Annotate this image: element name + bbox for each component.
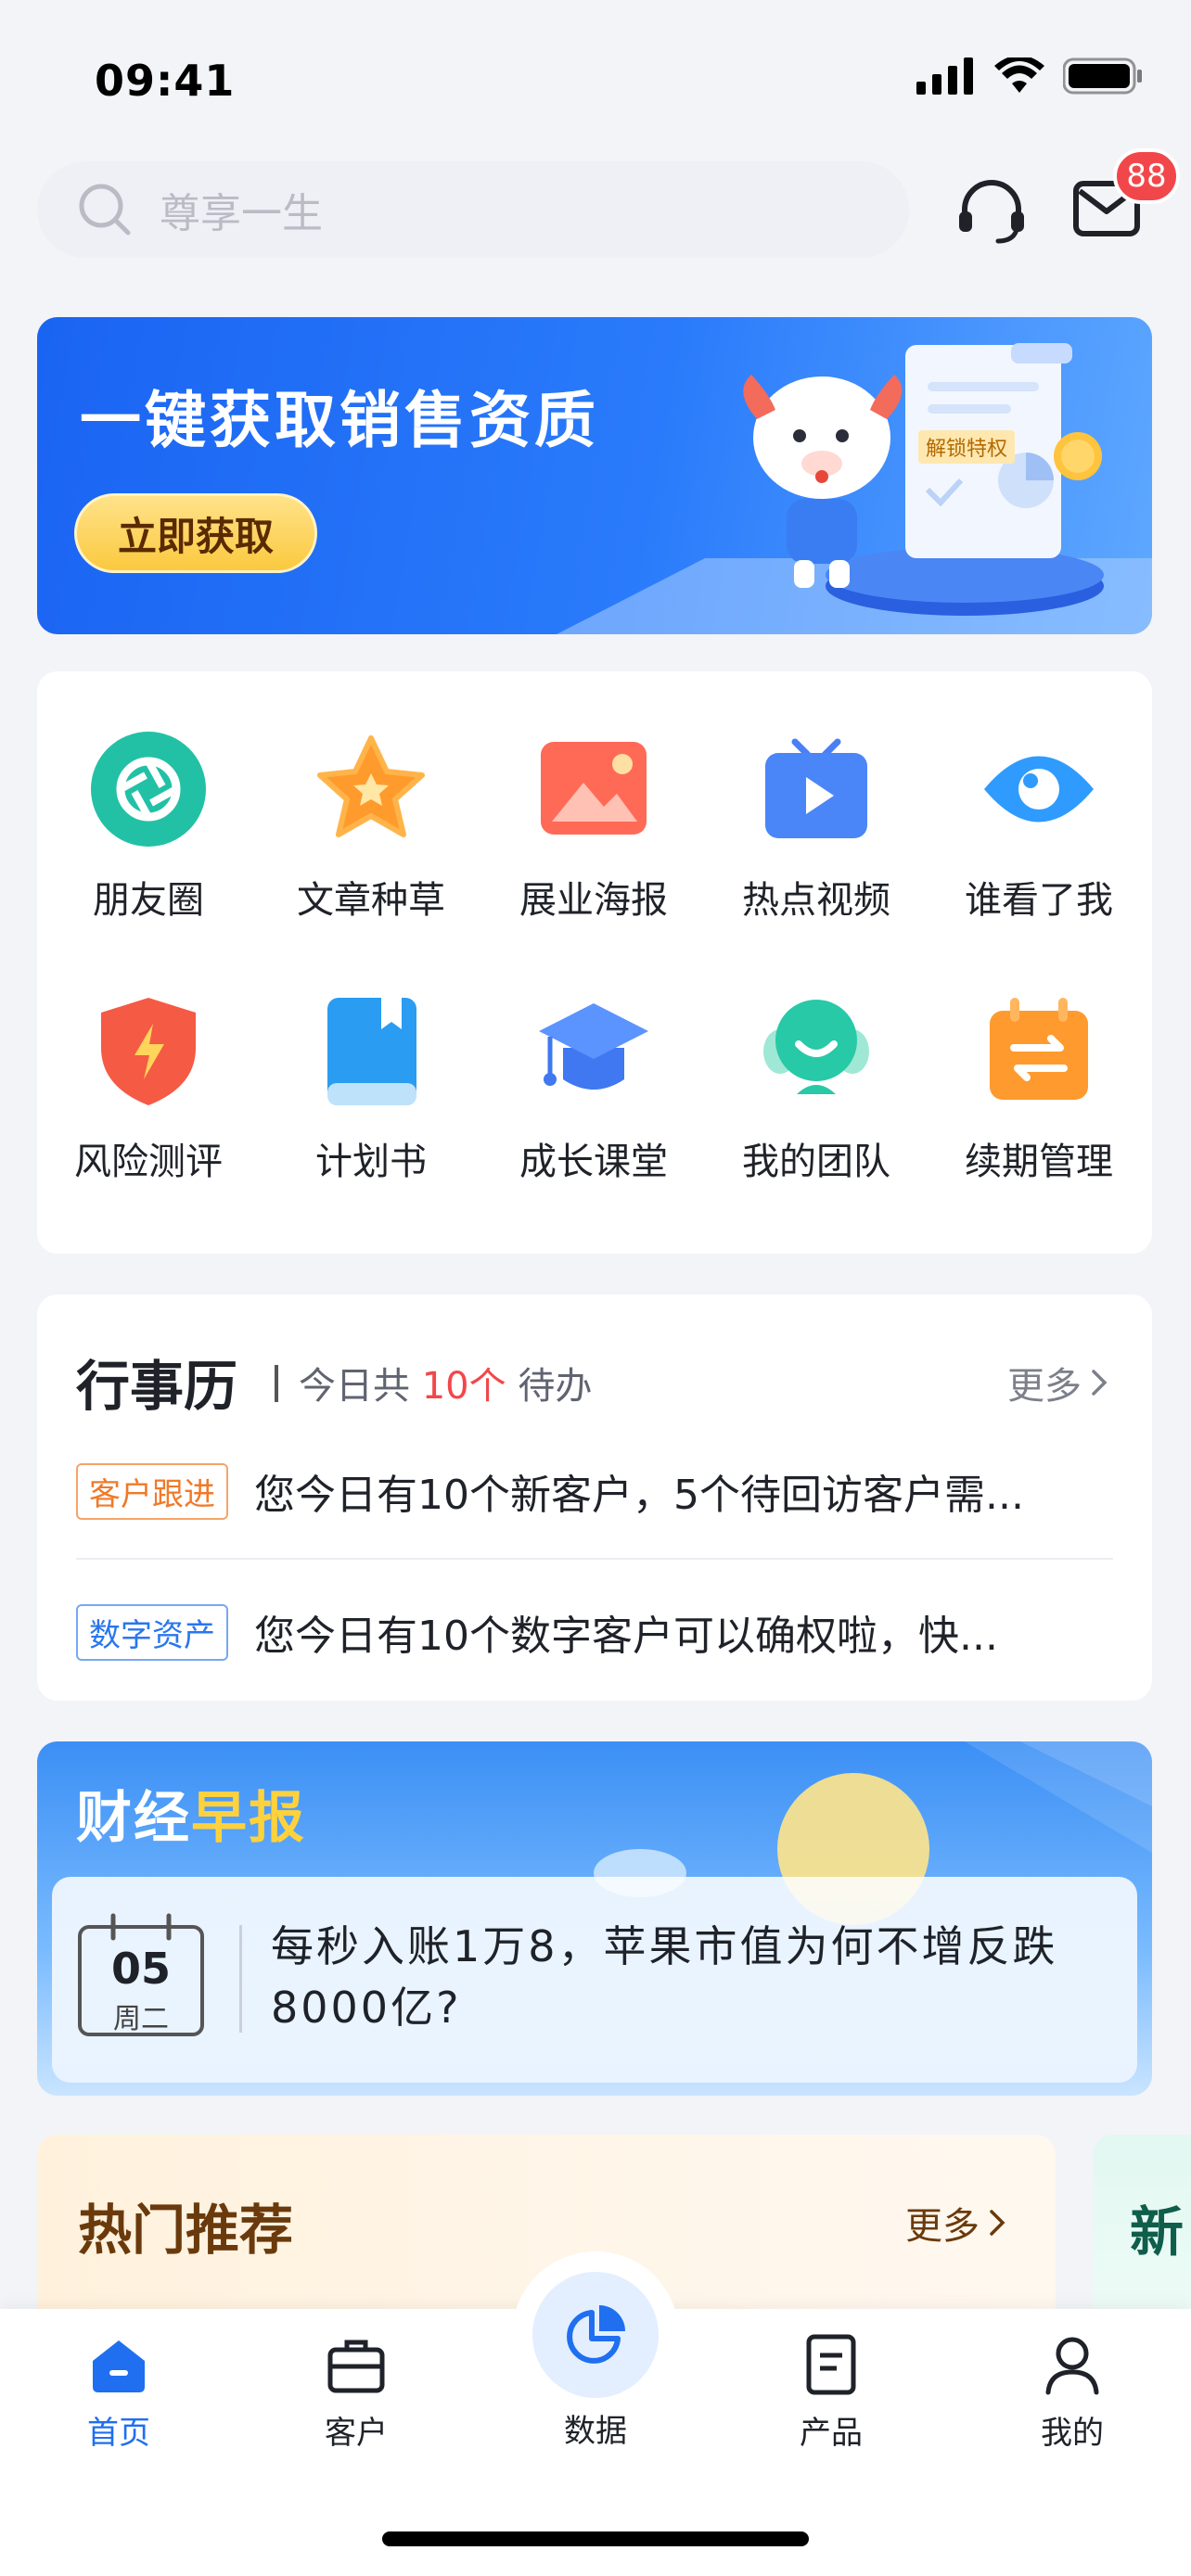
tab-label: 数据 (564, 2413, 627, 2450)
divider (76, 1558, 1113, 1560)
todo-count: 10个 (421, 1365, 506, 1408)
tab-home[interactable]: 首页 (0, 2333, 237, 2453)
tag-client-followup: 客户跟进 (76, 1462, 228, 1520)
grid-item-posters[interactable]: 展业海报 (482, 671, 705, 922)
home-indicator (382, 2531, 809, 2546)
shield-bolt-icon (88, 990, 209, 1111)
pie-chart-icon (567, 2305, 625, 2364)
get-qualification-button[interactable]: 立即获取 (74, 493, 317, 573)
status-time: 09:41 (95, 56, 236, 106)
schedule-item[interactable]: 数字资产 您今日有10个数字客户可以确权啦，快... (76, 1602, 998, 1662)
search-bar[interactable]: 尊享一生 (37, 161, 909, 258)
grid-item-articles[interactable]: 文章种草 (260, 671, 482, 922)
star-icon (311, 729, 431, 849)
finance-title: 财经早报 (76, 1773, 306, 1854)
aperture-icon (88, 729, 209, 849)
chevron-right-icon (1092, 1370, 1108, 1396)
renewal-calendar-icon (979, 990, 1099, 1111)
chevron-right-icon (990, 2210, 1005, 2236)
more-label: 更多 (905, 2205, 980, 2248)
headset-icon[interactable] (955, 174, 1028, 247)
tab-label: 首页 (87, 2415, 150, 2452)
grid-item-renewal[interactable]: 续期管理 (928, 933, 1150, 1183)
grid-item-visitors[interactable]: 谁看了我 (928, 671, 1150, 922)
news-item[interactable]: 05 周二 每秒入账1万8，苹果市值为何不增反跌8000亿? (52, 1877, 1137, 2083)
grid-label: 我的团队 (742, 1141, 890, 1183)
promo-banner[interactable]: 一键获取销售资质 立即获取 解锁特权 (37, 317, 1152, 634)
signal-icon (916, 57, 973, 95)
grid-item-risk[interactable]: 风险测评 (37, 933, 260, 1183)
search-icon (79, 184, 131, 236)
tab-data[interactable] (532, 2272, 659, 2398)
home-icon (93, 2340, 145, 2392)
summary-prefix: 今日共 (299, 1365, 410, 1408)
schedule-divider (275, 1365, 278, 1402)
hot-title: 热门推荐 (78, 2199, 294, 2262)
wifi-icon (994, 57, 1044, 93)
schedule-summary: 今日共 10个 待办 (299, 1356, 592, 1409)
schedule-more-link[interactable]: 更多 (1007, 1356, 1108, 1409)
grid-label: 热点视频 (742, 879, 890, 922)
news-day: 05 (110, 1944, 171, 1994)
message-badge: 88 (1113, 148, 1180, 204)
tab-label: 产品 (800, 2415, 863, 2452)
next-card-title: 新 (1130, 2200, 1185, 2264)
schedule-card: 行事历 今日共 10个 待办 更多 客户跟进 您今日有10个新客户，5个待回访客… (37, 1294, 1152, 1701)
grid-item-plan[interactable]: 计划书 (260, 933, 482, 1183)
video-icon (756, 729, 877, 849)
document-icon (806, 2334, 856, 2395)
schedule-item-text: 您今日有10个新客户，5个待回访客户需... (254, 1472, 1024, 1519)
news-headline: 每秒入账1万8，苹果市值为何不增反跌8000亿? (271, 1921, 1058, 2033)
finance-news-card[interactable]: 财经早报 05 周二 每秒入账1万8，苹果市值为何不增反跌8000亿? (37, 1741, 1152, 2096)
grid-item-classroom[interactable]: 成长课堂 (482, 933, 705, 1183)
image-icon (533, 729, 654, 849)
grid-label: 计划书 (315, 1141, 427, 1183)
tab-label: 客户 (325, 2415, 388, 2452)
news-weekday: 周二 (113, 2003, 169, 2035)
feature-grid: 朋友圈 文章种草 展业海报 热点视频 谁看了我 风险测评 计划书 成长课堂 我的… (37, 671, 1152, 1254)
eye-icon (979, 729, 1099, 849)
finance-title-part2: 早报 (191, 1786, 306, 1851)
grid-item-moments[interactable]: 朋友圈 (37, 671, 260, 922)
grid-label: 风险测评 (74, 1141, 223, 1183)
grid-label: 成长课堂 (519, 1141, 668, 1183)
book-icon (311, 990, 431, 1111)
grid-item-videos[interactable]: 热点视频 (705, 671, 928, 922)
briefcase-icon (327, 2340, 385, 2393)
grid-label: 谁看了我 (965, 879, 1113, 922)
tag-digital-assets: 数字资产 (76, 1603, 228, 1661)
summary-suffix: 待办 (518, 1365, 593, 1408)
user-icon (1045, 2337, 1099, 2395)
hot-more-link[interactable]: 更多 (905, 2196, 1005, 2250)
search-placeholder: 尊享一生 (160, 190, 323, 237)
more-label: 更多 (1007, 1365, 1082, 1408)
schedule-title: 行事历 (76, 1355, 238, 1418)
tab-label: 我的 (1041, 2415, 1104, 2452)
banner-decoration (557, 343, 1152, 634)
status-icons (916, 57, 1143, 95)
grid-label: 展业海报 (519, 879, 668, 922)
grid-label: 朋友圈 (93, 879, 204, 922)
divider (239, 1925, 242, 2033)
grid-label: 续期管理 (965, 1141, 1113, 1183)
tab-clients[interactable]: 客户 (237, 2333, 475, 2453)
tab-mine[interactable]: 我的 (954, 2333, 1191, 2453)
schedule-item-text: 您今日有10个数字客户可以确权啦，快... (254, 1613, 998, 1660)
team-icon (756, 990, 877, 1111)
graduation-cap-icon (533, 990, 654, 1111)
banner-title: 一键获取销售资质 (80, 385, 599, 456)
tab-products[interactable]: 产品 (712, 2333, 950, 2453)
schedule-item[interactable]: 客户跟进 您今日有10个新客户，5个待回访客户需... (76, 1461, 1024, 1521)
finance-title-part1: 财经 (76, 1786, 191, 1851)
grid-item-team[interactable]: 我的团队 (705, 933, 928, 1183)
battery-icon (1063, 57, 1142, 95)
grid-label: 文章种草 (297, 879, 445, 922)
unlock-tag: 解锁特权 (918, 430, 1016, 464)
